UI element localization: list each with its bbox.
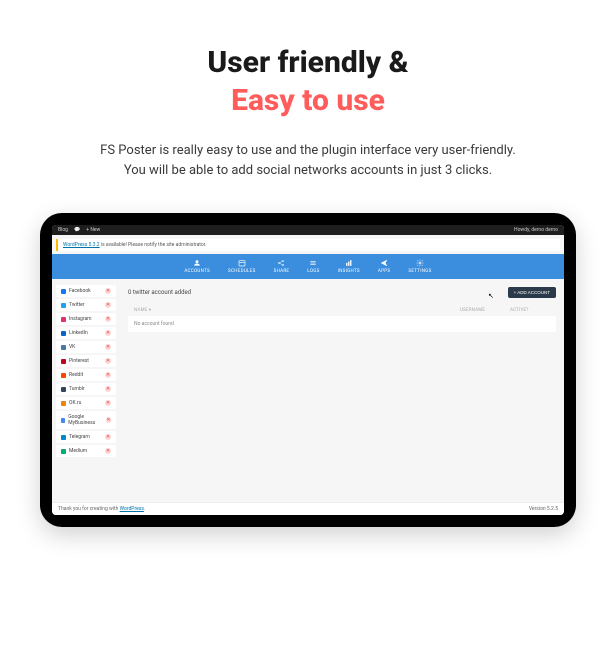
sidebar-item-vk[interactable]: VK ✕: [56, 341, 116, 353]
comments-icon[interactable]: 💬: [74, 227, 80, 233]
version-label: Version 5.2.5: [529, 506, 558, 512]
app-body: Facebook✕Twitter✕Instagram✕LinkedIn✕VK✕P…: [52, 279, 564, 502]
account-count-title: 0 twitter account added: [128, 289, 191, 296]
wp-update-notice: WordPress 5.3.2 is available! Please not…: [56, 239, 560, 251]
status-badge: ✕: [105, 316, 111, 322]
col-username: USERNAME: [460, 308, 510, 313]
nav-accounts[interactable]: ACCOUNTS: [184, 259, 210, 274]
howdy-text[interactable]: Howdy, demo demo: [514, 227, 558, 233]
network-icon: [61, 387, 66, 392]
network-icon: [61, 331, 66, 336]
network-icon: [61, 289, 66, 294]
sidebar-item-label: Instagram: [69, 316, 92, 322]
sidebar-item-label: OK.ru: [69, 400, 81, 406]
blog-link[interactable]: Blog: [58, 227, 68, 233]
status-badge: ✕: [105, 288, 111, 294]
tablet-frame: Blog 💬 + New Howdy, demo demo WordPress …: [40, 213, 576, 527]
sidebar-item-google-mybusiness[interactable]: Google MyBusiness✕: [56, 411, 116, 429]
network-icon: [61, 435, 66, 440]
sidebar-item-label: Pinterest: [69, 358, 89, 364]
tablet-frame-wrap: Blog 💬 + New Howdy, demo demo WordPress …: [0, 199, 616, 557]
sidebar-item-facebook[interactable]: Facebook ✕: [56, 285, 116, 297]
hero-title: User friendly & Easy to use: [40, 44, 576, 119]
status-badge: ✕: [105, 372, 111, 378]
network-icon: [61, 373, 66, 378]
send-icon: [380, 259, 388, 267]
calendar-icon: [238, 259, 246, 267]
gear-icon: [416, 259, 424, 267]
nav-logs[interactable]: LOGS: [307, 259, 319, 274]
chart-icon: [345, 259, 353, 267]
nav-schedules[interactable]: SCHEDULES: [228, 259, 256, 274]
sidebar-item-label: LinkedIn: [69, 330, 88, 336]
main-header: 0 twitter account added + ADD ACCOUNT: [128, 285, 556, 304]
status-badge: ✕: [105, 344, 111, 350]
main-nav: ACCOUNTS SCHEDULES SHARE LOGS INSIGHTS: [52, 254, 564, 279]
sidebar-item-label: Medium: [69, 448, 87, 454]
nav-settings[interactable]: SETTINGS: [408, 259, 431, 274]
sidebar-item-label: Telegram: [69, 434, 90, 440]
network-icon: [61, 359, 66, 364]
hero-section: User friendly & Easy to use FS Poster is…: [0, 0, 616, 199]
status-badge: ✕: [106, 417, 111, 423]
network-icon: [61, 303, 66, 308]
col-name[interactable]: NAME ▾: [134, 308, 460, 313]
network-icon: [61, 345, 66, 350]
app-screen: Blog 💬 + New Howdy, demo demo WordPress …: [52, 225, 564, 515]
hero-title-line2: Easy to use: [231, 83, 385, 118]
sidebar-item-linkedin[interactable]: LinkedIn ✕: [56, 327, 116, 339]
sidebar-item-label: Reddit: [69, 372, 83, 378]
add-account-button[interactable]: + ADD ACCOUNT: [508, 287, 556, 298]
network-icon: [61, 317, 66, 322]
main-panel: 0 twitter account added + ADD ACCOUNT NA…: [120, 279, 564, 502]
sidebar-item-reddit[interactable]: Reddit ✕: [56, 369, 116, 381]
nav-insights[interactable]: INSIGHTS: [338, 259, 360, 274]
sidebar-item-label: VK: [69, 344, 75, 350]
sidebar-item-label: Tumblr: [69, 386, 85, 392]
nav-share[interactable]: SHARE: [274, 259, 290, 274]
sidebar-item-instagram[interactable]: Instagram ✕: [56, 313, 116, 325]
hero-description: FS Poster is really easy to use and the …: [40, 141, 576, 181]
status-badge: ✕: [105, 330, 111, 336]
status-badge: ✕: [105, 400, 111, 406]
network-icon: [61, 401, 66, 406]
sidebar-item-pinterest[interactable]: Pinterest ✕: [56, 355, 116, 367]
status-badge: ✕: [105, 386, 111, 392]
wp-version-link[interactable]: WordPress 5.3.2: [63, 242, 100, 248]
sidebar-item-telegram[interactable]: Telegram ✕: [56, 431, 116, 443]
col-active: ACTIVE?: [510, 308, 550, 313]
status-badge: ✕: [105, 448, 111, 454]
sidebar-item-medium[interactable]: Medium ✕: [56, 445, 116, 457]
wordpress-link[interactable]: WordPress: [120, 506, 144, 512]
status-badge: ✕: [105, 302, 111, 308]
sidebar-item-label: Facebook: [69, 288, 91, 294]
wp-footer: Thank you for creating with WordPress. V…: [52, 502, 564, 515]
new-link[interactable]: + New: [86, 227, 100, 233]
network-sidebar: Facebook✕Twitter✕Instagram✕LinkedIn✕VK✕P…: [52, 279, 120, 502]
user-icon: [193, 259, 201, 267]
table-body: No account found: [128, 316, 556, 332]
network-icon: [61, 449, 66, 454]
share-icon: [277, 259, 285, 267]
status-badge: ✕: [105, 434, 111, 440]
empty-state-text: No account found: [134, 321, 174, 327]
sidebar-item-label: Google MyBusiness: [68, 414, 106, 426]
nav-apps[interactable]: APPS: [378, 259, 391, 274]
wp-admin-bar: Blog 💬 + New Howdy, demo demo: [52, 225, 564, 235]
sidebar-item-twitter[interactable]: Twitter ✕: [56, 299, 116, 311]
sidebar-item-label: Twitter: [69, 302, 84, 308]
list-icon: [309, 259, 317, 267]
sidebar-item-ok-ru[interactable]: OK.ru ✕: [56, 397, 116, 409]
status-badge: ✕: [105, 358, 111, 364]
table-header: NAME ▾ USERNAME ACTIVE?: [128, 304, 556, 316]
sidebar-item-tumblr[interactable]: Tumblr ✕: [56, 383, 116, 395]
hero-title-line1: User friendly &: [207, 45, 408, 80]
network-icon: [61, 418, 65, 423]
